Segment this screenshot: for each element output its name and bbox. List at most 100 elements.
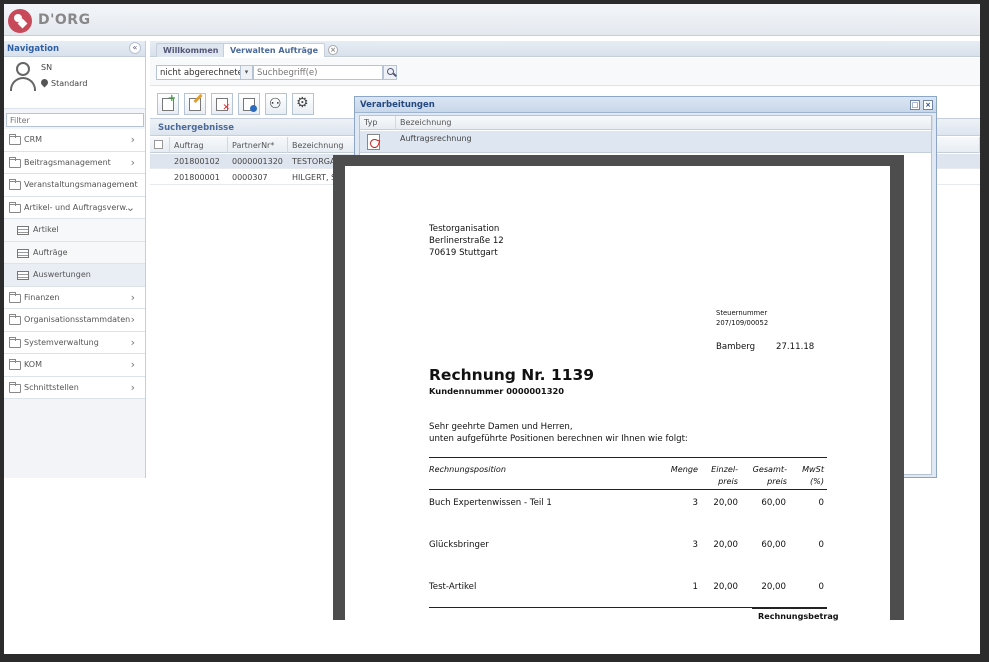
line-unit: 20,00 bbox=[713, 540, 738, 550]
cell-auftrag: 201800102 bbox=[174, 157, 220, 166]
user-avatar-icon bbox=[10, 62, 36, 92]
table-top-rule bbox=[429, 457, 827, 458]
invoice-total-label: Rechnungsbetrag bbox=[758, 611, 839, 621]
maximize-dialog-button[interactable]: □ bbox=[910, 100, 920, 110]
search-binoculars-button[interactable]: ⚇ bbox=[265, 93, 287, 115]
header-total-2: preis bbox=[767, 476, 787, 486]
sidebar-item-veranstaltungsmanagement[interactable]: Veranstaltungsmanagement › bbox=[4, 174, 145, 197]
sidebar-item-auswertungen[interactable]: Auswertungen bbox=[4, 264, 145, 287]
sidebar-item-systemverwaltung[interactable]: Systemverwaltung › bbox=[4, 331, 145, 354]
navigation-list: CRM › Beitragsmanagement › Veranstaltungsman… bbox=[4, 129, 145, 399]
folder-icon bbox=[9, 336, 21, 348]
chevron-right-icon[interactable]: › bbox=[131, 313, 135, 326]
invoice-date: 27.11.18 bbox=[776, 342, 815, 352]
column-header-auftrag[interactable]: Auftrag bbox=[170, 137, 228, 153]
header-total-1: Gesamt- bbox=[752, 464, 787, 474]
close-tab-button[interactable]: × bbox=[328, 45, 339, 55]
header-vat-2: (%) bbox=[809, 476, 824, 486]
header-unit-2: preis bbox=[718, 476, 738, 486]
binoculars-icon: ⚇ bbox=[269, 96, 282, 112]
folder-icon bbox=[9, 381, 21, 393]
list-icon bbox=[17, 248, 29, 258]
processing-label: Auftragsrechnung bbox=[400, 134, 472, 143]
tab-label: Verwalten Aufträge bbox=[230, 46, 319, 55]
delete-document-button[interactable]: ✕ bbox=[211, 93, 233, 115]
line-vat: 0 bbox=[818, 540, 824, 550]
sidebar-item-finanzen[interactable]: Finanzen › bbox=[4, 286, 145, 309]
new-document-button[interactable]: + bbox=[157, 93, 179, 115]
sidebar-item-label: CRM bbox=[24, 135, 43, 144]
list-icon bbox=[17, 226, 29, 235]
chevron-right-icon[interactable]: › bbox=[131, 133, 135, 146]
cell-bezeichnung: HILGERT, SI bbox=[292, 173, 339, 182]
settings-button[interactable]: ⚙ bbox=[292, 93, 314, 115]
sender-name: Testorganisation bbox=[429, 224, 500, 234]
sidebar-item-crm[interactable]: CRM › bbox=[4, 129, 145, 152]
table-header-rule bbox=[429, 489, 827, 490]
line-qty: 3 bbox=[692, 540, 698, 550]
dorg-logo-icon bbox=[8, 9, 32, 33]
select-all-checkbox[interactable] bbox=[154, 140, 163, 149]
chevron-right-icon[interactable]: › bbox=[131, 178, 135, 191]
navigation-header: Navigation « bbox=[4, 41, 145, 57]
status-filter-value: nicht abgerechnete bbox=[160, 68, 243, 78]
collapse-navigation-button[interactable]: « bbox=[129, 42, 141, 54]
dialog-title: Verarbeitungen bbox=[360, 100, 435, 110]
folder-open-icon bbox=[9, 201, 21, 213]
tab-bar: Willkommen Verwalten Aufträge × bbox=[150, 41, 980, 57]
folder-icon bbox=[9, 359, 21, 370]
sidebar-item-label: KOM bbox=[24, 360, 43, 369]
select-all-column[interactable] bbox=[150, 137, 170, 153]
header-position: Rechnungsposition bbox=[429, 464, 506, 474]
navigation-filter-input[interactable] bbox=[6, 113, 144, 127]
column-header-bezeichnung[interactable]: Bezeichnung bbox=[396, 116, 933, 130]
header-vat-1: MwSt bbox=[802, 464, 824, 474]
dialog-title-bar: Verarbeitungen □ × bbox=[355, 97, 936, 113]
dialog-table-row[interactable]: Auftragsrechnung bbox=[360, 131, 931, 153]
close-dialog-button[interactable]: × bbox=[923, 100, 933, 110]
sidebar-item-label: Auswertungen bbox=[33, 270, 91, 279]
sidebar-item-label: Veranstaltungsmanagement bbox=[24, 180, 138, 189]
navigation-panel: Navigation « SN Standard CRM›Beitragsman… bbox=[4, 41, 146, 478]
folder-icon bbox=[9, 291, 21, 303]
sidebar-item-label: Schnittstellen bbox=[24, 382, 79, 392]
edit-document-button[interactable] bbox=[184, 93, 206, 115]
chevron-right-icon[interactable]: › bbox=[131, 381, 135, 394]
tab-label: Willkommen bbox=[163, 46, 219, 55]
search-input[interactable] bbox=[253, 65, 383, 80]
sidebar-item-artikel[interactable]: Artikel bbox=[4, 219, 145, 242]
sidebar-item-beitragsmanagement[interactable]: Beitragsmanagement › bbox=[4, 151, 145, 174]
line-total: 60,00 bbox=[761, 540, 786, 550]
settings-gears-icon: ⚙ bbox=[296, 95, 309, 111]
sidebar-item-organisationsstammdaten[interactable]: Organisationsstammdaten › bbox=[4, 309, 145, 332]
total-rule bbox=[752, 607, 827, 609]
chevron-down-icon[interactable]: ⌄ bbox=[126, 201, 135, 214]
tax-number-label: Steuernummer bbox=[716, 309, 768, 317]
column-header-partnernr[interactable]: PartnerNr* bbox=[228, 137, 288, 153]
chevron-right-icon[interactable]: › bbox=[131, 358, 135, 371]
tab-verwalten-auftraege[interactable]: Verwalten Aufträge × bbox=[223, 43, 339, 57]
tab-willkommen[interactable]: Willkommen bbox=[156, 43, 226, 57]
tax-number: 207/109/00052 bbox=[716, 319, 769, 327]
line-qty: 1 bbox=[692, 582, 698, 592]
line-total: 20,00 bbox=[761, 582, 786, 592]
search-icon[interactable] bbox=[383, 65, 397, 80]
salutation: Sehr geehrte Damen und Herren, bbox=[429, 422, 573, 432]
sidebar-item-schnittstellen[interactable]: Schnittstellen › bbox=[4, 376, 145, 399]
chevron-right-icon[interactable]: › bbox=[131, 156, 135, 169]
chevron-down-icon[interactable]: ▾ bbox=[240, 66, 252, 79]
navigation-title: Navigation bbox=[7, 44, 59, 54]
sidebar-item-aufträge[interactable]: Aufträge bbox=[4, 241, 145, 264]
line-total: 60,00 bbox=[761, 498, 786, 508]
chevron-right-icon[interactable]: › bbox=[131, 336, 135, 349]
sidebar-item-artikel-und-auftragsverw[interactable]: Artikel- und Auftragsverw... ⌄ bbox=[4, 196, 145, 219]
chevron-right-icon[interactable]: › bbox=[131, 291, 135, 304]
folder-icon bbox=[9, 179, 21, 190]
status-filter-select[interactable]: nicht abgerechnete ▾ bbox=[156, 65, 253, 80]
column-header-typ[interactable]: Typ bbox=[360, 116, 396, 130]
sidebar-item-label: Beitragsmanagement bbox=[24, 157, 111, 167]
document-info-button[interactable] bbox=[238, 93, 260, 115]
dialog-table-header: Typ Bezeichnung bbox=[360, 116, 933, 130]
sidebar-item-kom[interactable]: KOM › bbox=[4, 354, 145, 377]
user-role: Standard bbox=[51, 79, 88, 88]
